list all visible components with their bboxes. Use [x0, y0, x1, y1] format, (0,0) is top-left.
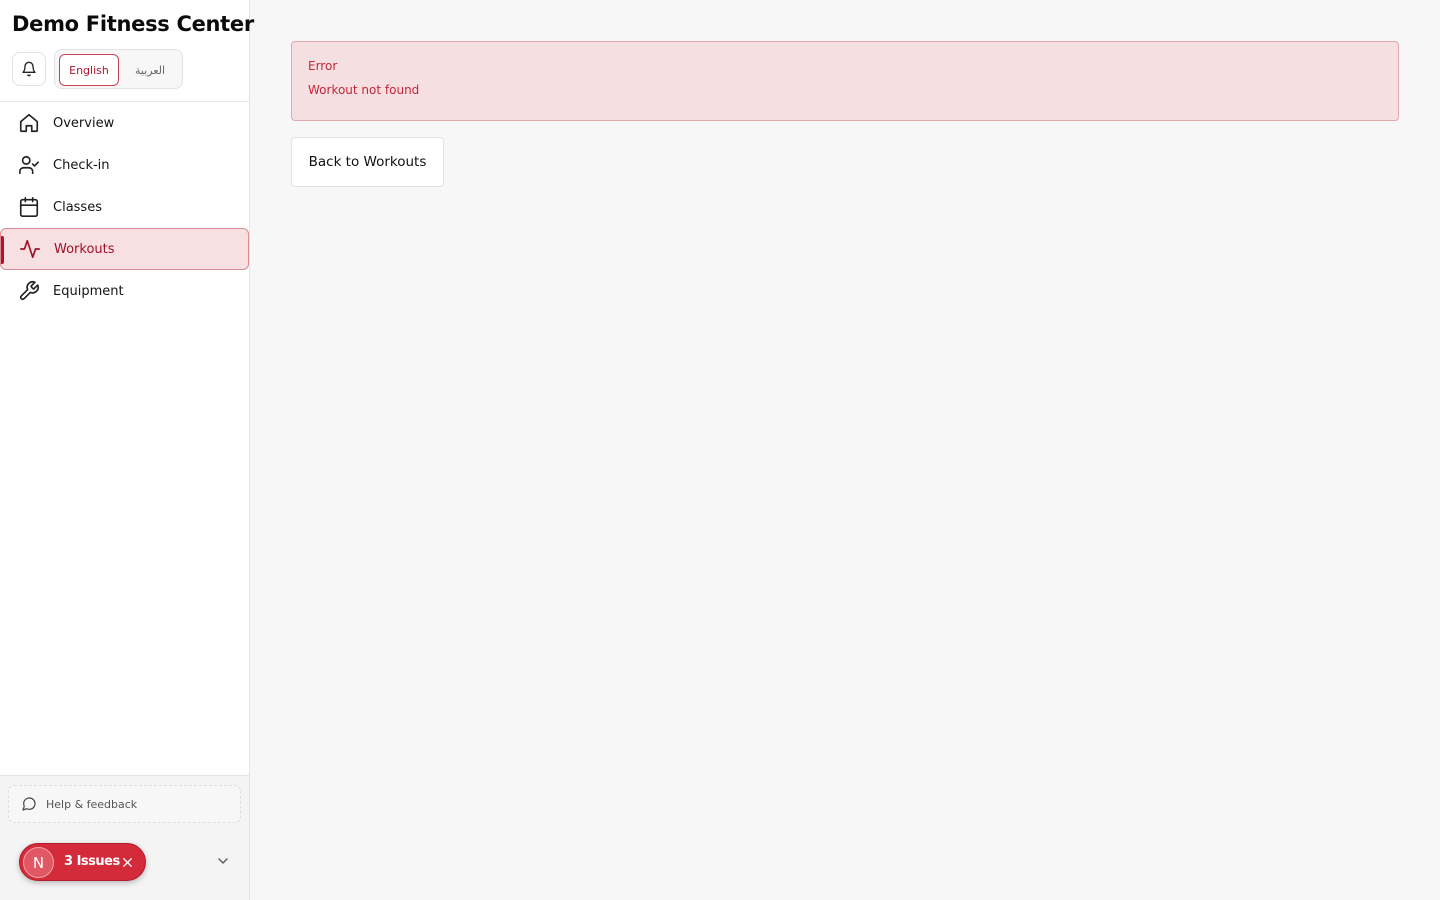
error-alert: Error Workout not found	[291, 41, 1399, 121]
sidebar-item-label: Overview	[53, 115, 115, 131]
issues-avatar: N	[23, 847, 54, 878]
sidebar-footer: Help & feedback s ym	[0, 775, 249, 900]
sidebar-item-overview[interactable]: Overview	[0, 102, 249, 144]
home-icon	[19, 113, 39, 133]
sidebar-item-label: Equipment	[53, 283, 124, 299]
activity-icon	[20, 239, 40, 259]
user-check-icon	[19, 155, 39, 175]
sidebar-item-label: Workouts	[54, 241, 115, 257]
chevron-down-icon[interactable]	[215, 853, 231, 869]
sidebar-item-workouts[interactable]: Workouts	[0, 228, 249, 270]
sidebar-item-label: Classes	[53, 199, 102, 215]
bell-icon	[22, 61, 36, 77]
notifications-button[interactable]	[12, 52, 46, 86]
help-feedback-label: Help & feedback	[46, 797, 138, 811]
language-arabic-button[interactable]: العربية	[121, 54, 179, 86]
sidebar-item-label: Check-in	[53, 157, 110, 173]
error-title: Error	[308, 59, 338, 73]
close-icon[interactable]	[121, 856, 134, 869]
sidebar: Demo Fitness Center English العربية Over…	[0, 0, 254, 900]
language-english-button[interactable]: English	[59, 54, 119, 86]
brand-title: Demo Fitness Center	[12, 12, 254, 36]
wrench-icon	[19, 281, 39, 301]
language-switcher: English العربية	[54, 49, 183, 89]
sidebar-item-classes[interactable]: Classes	[0, 186, 249, 228]
sidebar-item-equipment[interactable]: Equipment	[0, 270, 249, 312]
error-message: Workout not found	[308, 83, 420, 97]
issues-count-label: 3 Issues	[64, 854, 120, 869]
issues-badge[interactable]: N 3 Issues	[19, 843, 146, 881]
app-root: Demo Fitness Center English العربية Over…	[0, 0, 1440, 900]
message-circle-icon	[22, 797, 36, 811]
sidebar-item-check-in[interactable]: Check-in	[0, 144, 249, 186]
help-feedback-button[interactable]: Help & feedback	[8, 785, 241, 823]
calendar-icon	[19, 197, 39, 217]
back-to-workouts-button[interactable]: Back to Workouts	[291, 137, 444, 187]
